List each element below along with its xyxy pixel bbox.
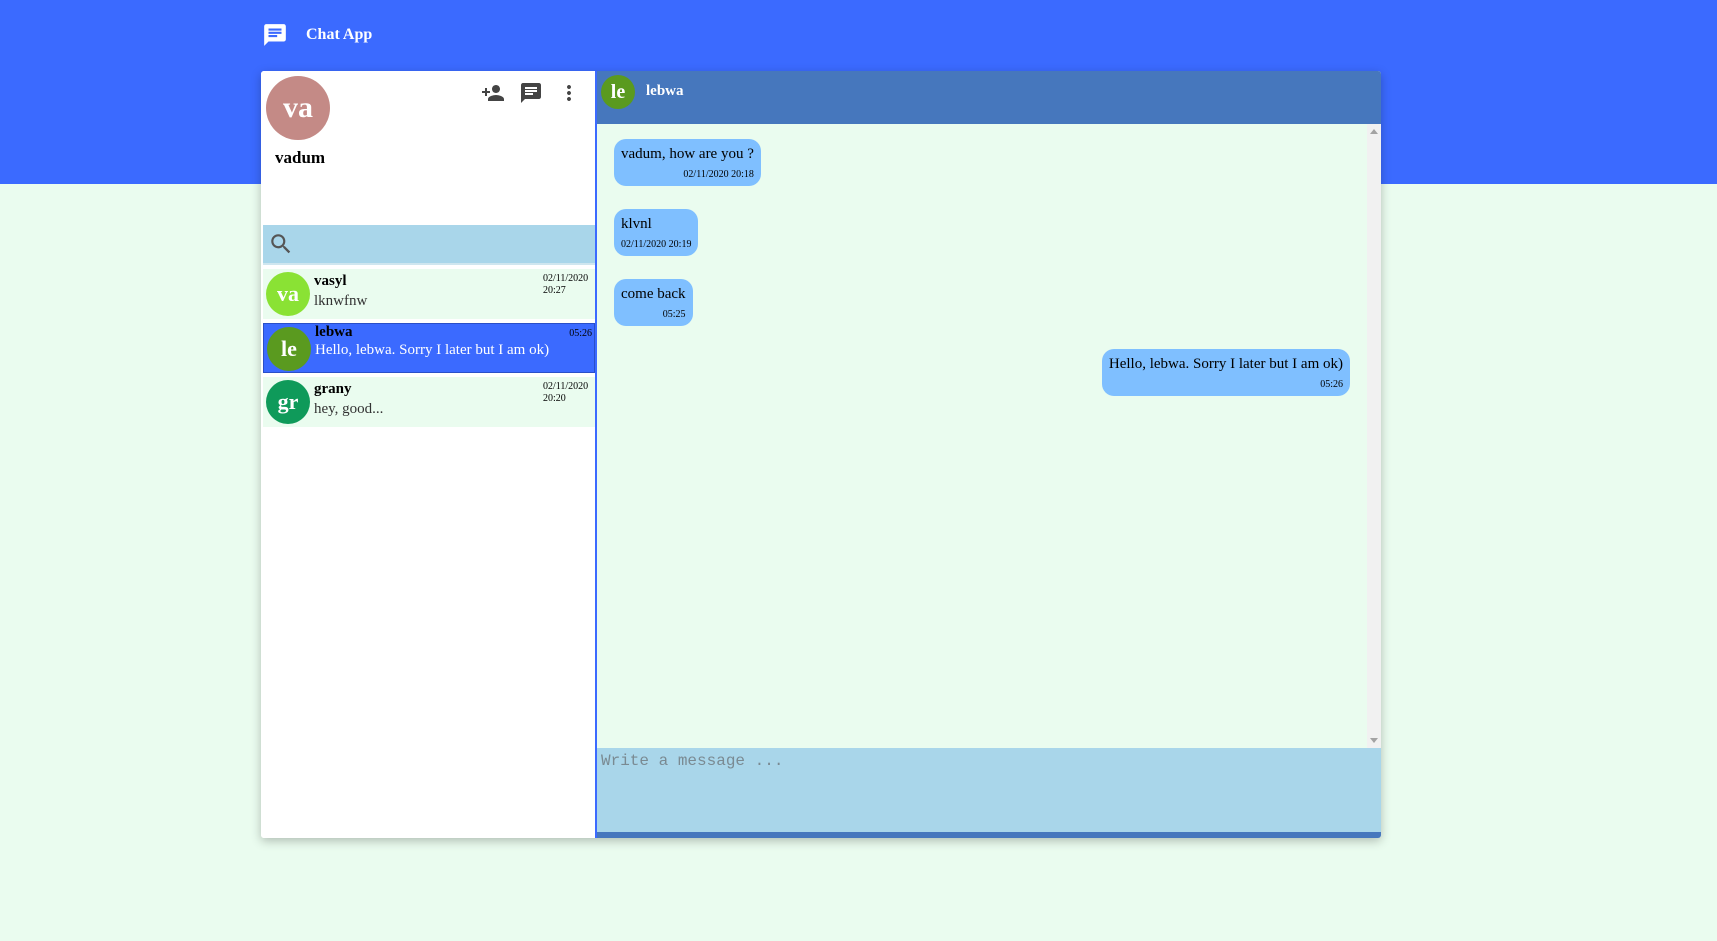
brand: Chat App (262, 22, 372, 48)
message-text: come back (621, 286, 686, 302)
composer-bottom-bar (597, 832, 1381, 838)
contact-avatar: va (266, 272, 310, 316)
message-text: Hello, lebwa. Sorry I later but I am ok) (1108, 356, 1343, 372)
message-text: klvnl (621, 216, 652, 232)
my-avatar[interactable]: va (266, 76, 330, 140)
message-scrollbar[interactable] (1367, 124, 1381, 748)
contact-avatar: le (267, 327, 311, 371)
conversation-avatar[interactable]: le (601, 75, 635, 109)
contact-avatar: gr (266, 380, 310, 424)
menu-button[interactable] (555, 79, 583, 107)
message-time: 02/11/2020 20:19 (621, 239, 692, 250)
contact-item[interactable]: va vasyl lknwfnw 02/11/2020 20:27 (263, 269, 595, 319)
person-add-icon (482, 85, 504, 101)
message-bubble: vadum, how are you ? 02/11/2020 20:18 (614, 139, 761, 186)
message-list[interactable]: vadum, how are you ? 02/11/2020 20:18 kl… (597, 124, 1381, 748)
message-bubble: come back 05:25 (614, 279, 693, 326)
contact-preview: hey, good... (314, 401, 384, 417)
message-text: vadum, how are you ? (621, 146, 754, 162)
message-time: 05:26 (1320, 379, 1343, 390)
contact-list: va vasyl lknwfnw 02/11/2020 20:27 le leb… (263, 269, 595, 431)
contact-item[interactable]: gr grany hey, good... 02/11/2020 20:20 (263, 377, 595, 427)
chat-icon (521, 83, 541, 103)
contact-time: 02/11/2020 20:27 (543, 273, 589, 296)
contact-preview: Hello, lebwa. Sorry I later but I am ok) (315, 342, 550, 358)
add-contact-button[interactable] (479, 79, 507, 107)
contact-name: vasyl (314, 273, 347, 289)
chat-bubble-icon (262, 22, 288, 48)
more-vert-icon (567, 85, 571, 101)
message-time: 05:25 (662, 309, 686, 320)
contact-time: 05:26 (569, 328, 592, 339)
scroll-up-arrow-icon[interactable] (1370, 129, 1378, 134)
message-time: 02/11/2020 20:18 (683, 169, 754, 180)
contact-time: 02/11/2020 20:20 (543, 381, 589, 404)
message-bubble: Hello, lebwa. Sorry I later but I am ok)… (1101, 349, 1350, 396)
contact-name: grany (314, 381, 352, 397)
scroll-down-arrow-icon[interactable] (1370, 738, 1378, 743)
app-title: Chat App (306, 26, 373, 43)
contact-name: lebwa (315, 324, 353, 340)
search-bar (263, 225, 595, 265)
message-composer (597, 748, 1381, 838)
search-input[interactable] (294, 225, 595, 263)
conversation-panel: le lebwa vadum, how are you ? 02/11/2020… (595, 71, 1381, 838)
message-bubble: klvnl 02/11/2020 20:19 (614, 209, 699, 256)
conversation-name: lebwa (646, 83, 684, 99)
new-chat-button[interactable] (517, 79, 545, 107)
conversation-header: le lebwa (597, 71, 1381, 124)
my-name: vadum (275, 148, 326, 167)
sidebar-actions (479, 79, 583, 107)
search-icon (268, 231, 294, 257)
chat-window: va vadum va vasyl lknwfnw 02/11/2020 20:… (261, 71, 1381, 838)
contact-preview: lknwfnw (314, 293, 368, 309)
sidebar: va vadum va vasyl lknwfnw 02/11/2020 20:… (261, 71, 595, 838)
message-input[interactable] (597, 748, 1381, 832)
contact-item[interactable]: le lebwa Hello, lebwa. Sorry I later but… (263, 323, 595, 373)
